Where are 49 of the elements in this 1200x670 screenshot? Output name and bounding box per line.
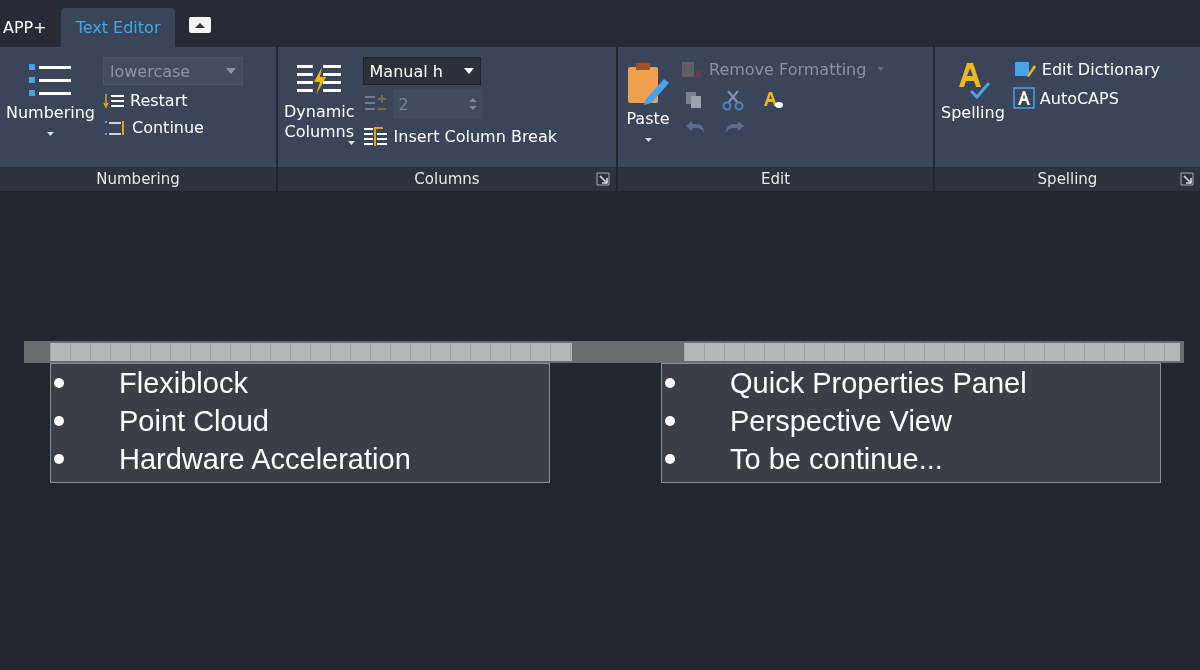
- bullet-icon: [665, 454, 675, 464]
- clipboard-cross-icon: [680, 59, 704, 79]
- caret-icon: [877, 67, 885, 71]
- bullet-icon: [54, 454, 64, 464]
- bullet-icon: [665, 378, 675, 388]
- dynamic-columns-button[interactable]: Dynamic Columns: [282, 55, 357, 167]
- list-item: To be continue...: [730, 442, 943, 476]
- list-item: Point Cloud: [119, 404, 269, 438]
- ribbon-tab[interactable]: Text Editor: [60, 8, 176, 47]
- dialog-launcher-icon[interactable]: [1180, 172, 1194, 186]
- panel-title: Columns: [414, 170, 480, 188]
- list-item: Flexiblock: [119, 366, 248, 400]
- text-column[interactable]: Flexiblock Point Cloud Hardware Acceleration: [50, 363, 550, 483]
- letter-box-icon: [1012, 87, 1035, 109]
- continue-list-icon: [103, 118, 127, 137]
- caret-icon: [347, 141, 355, 145]
- collapse-ribbon-button[interactable]: [189, 17, 212, 33]
- list-item: Perspective View: [730, 404, 952, 438]
- panel-title: Edit: [760, 170, 791, 188]
- text-highlight-icon[interactable]: [762, 90, 784, 110]
- column-height-dropdown[interactable]: Manual h: [362, 57, 481, 85]
- cut-icon[interactable]: [722, 89, 744, 111]
- restart-list-icon: [103, 91, 125, 110]
- spelling-button[interactable]: Spelling: [939, 55, 1007, 167]
- continue-button[interactable]: Continue: [103, 116, 243, 139]
- app-menu[interactable]: APP+: [0, 18, 61, 47]
- copy-icon[interactable]: [684, 90, 704, 110]
- edit-dictionary-button[interactable]: Edit Dictionary: [1012, 57, 1160, 81]
- paste-button[interactable]: Paste: [622, 55, 674, 167]
- numbering-button[interactable]: Numbering: [4, 55, 97, 167]
- text-column[interactable]: Quick Properties Panel Perspective View To be continue...: [661, 363, 1161, 483]
- column-break-icon: [362, 125, 389, 147]
- panel-title: Numbering: [96, 170, 180, 188]
- caret-icon: [47, 132, 54, 136]
- list-item: Quick Properties Panel: [730, 366, 1027, 400]
- list-item: Hardware Acceleration: [119, 442, 411, 476]
- autocaps-button[interactable]: AutoCAPS: [1012, 85, 1160, 111]
- insert-column-break-button[interactable]: Insert Column Break: [362, 123, 557, 149]
- bullet-icon: [54, 378, 64, 388]
- bullet-icon: [665, 416, 675, 426]
- book-pencil-icon: [1012, 59, 1037, 79]
- panel-title: Spelling: [1037, 170, 1098, 188]
- caret-icon: [226, 68, 236, 74]
- up-triangle-icon: [193, 21, 208, 29]
- dialog-launcher-icon[interactable]: [596, 172, 610, 186]
- restart-button[interactable]: Restart: [103, 89, 243, 112]
- caret-icon: [644, 138, 652, 142]
- bullet-icon: [54, 416, 64, 426]
- caret-icon: [463, 68, 474, 74]
